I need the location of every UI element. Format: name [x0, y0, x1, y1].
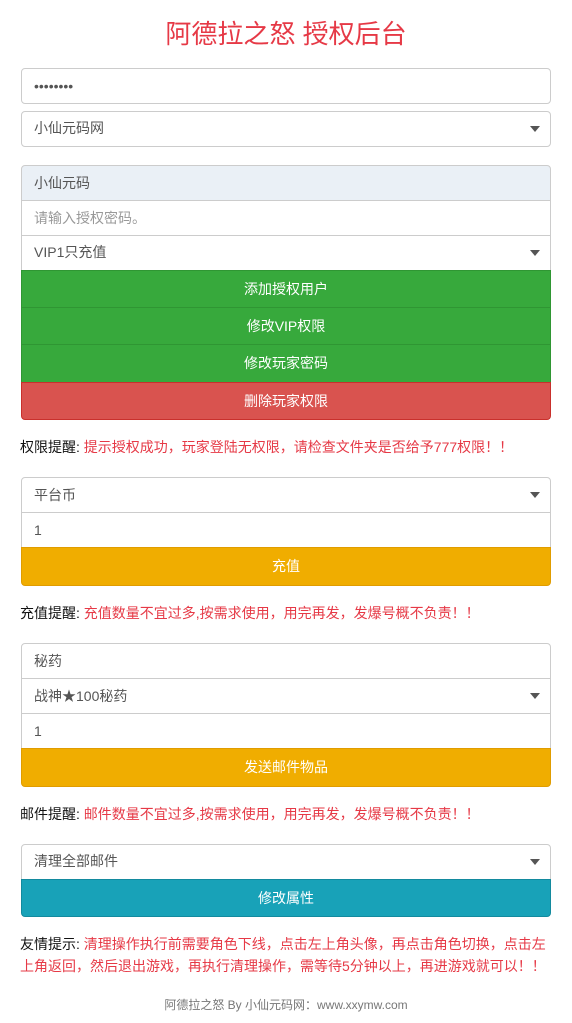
item-amount-input[interactable]	[21, 713, 551, 749]
recharge-alert: 充值提醒: 充值数量不宜过多,按需求使用，用完再发，发爆号概不负责！！	[20, 603, 552, 625]
page-title: 阿德拉之怒 授权后台	[0, 14, 572, 51]
item-select[interactable]: 战神★100秘药	[21, 678, 551, 714]
modify-vip-button[interactable]: 修改VIP权限	[21, 307, 551, 345]
modify-player-password-button[interactable]: 修改玩家密码	[21, 344, 551, 382]
delete-player-permission-button[interactable]: 删除玩家权限	[21, 382, 551, 420]
clear-mail-select[interactable]: 清理全部邮件	[21, 844, 551, 880]
recharge-button[interactable]: 充值	[21, 547, 551, 585]
alert-message: 提示授权成功，玩家登陆无权限，请检查文件夹是否给予777权限！！	[84, 439, 513, 455]
vip-level-select[interactable]: VIP1只充值	[21, 235, 551, 271]
item-category-input[interactable]	[21, 643, 551, 679]
server-select[interactable]: 小仙元码网	[21, 111, 551, 147]
friendly-tip-alert: 友情提示: 清理操作执行前需要角色下线，点击左上角头像，再点击角色切换，点击左上…	[20, 934, 552, 977]
admin-password-input[interactable]	[21, 68, 551, 104]
footer-text: 阿德拉之怒 By 小仙元码网：www.xxymw.com	[0, 996, 572, 1013]
mail-alert: 邮件提醒: 邮件数量不宜过多,按需求使用，用完再发，发爆号概不负责！！	[20, 804, 552, 826]
clear-mail-panel: 清理全部邮件 修改属性	[20, 843, 552, 918]
recharge-panel: 平台币 充值	[20, 476, 552, 586]
alert-message: 清理操作执行前需要角色下线，点击左上角头像，再点击角色切换，点击左上角返回，然后…	[20, 936, 546, 974]
username-input[interactable]	[21, 165, 551, 201]
currency-select[interactable]: 平台币	[21, 477, 551, 513]
permission-alert: 权限提醒: 提示授权成功，玩家登陆无权限，请检查文件夹是否给予777权限！！	[20, 437, 552, 459]
add-auth-user-button[interactable]: 添加授权用户	[21, 270, 551, 308]
alert-message: 邮件数量不宜过多,按需求使用，用完再发，发爆号概不负责！！	[84, 806, 480, 822]
send-mail-item-button[interactable]: 发送邮件物品	[21, 748, 551, 786]
alert-message: 充值数量不宜过多,按需求使用，用完再发，发爆号概不负责！！	[84, 605, 480, 621]
app-root: 阿德拉之怒 授权后台 小仙元码网 VIP1只充值 添加授权用户 修改VIP权限 …	[0, 14, 572, 1013]
mail-item-panel: 战神★100秘药 发送邮件物品	[20, 642, 552, 787]
recharge-amount-input[interactable]	[21, 512, 551, 548]
alert-label: 权限提醒:	[20, 439, 84, 455]
alert-label: 邮件提醒:	[20, 806, 84, 822]
modify-attribute-button[interactable]: 修改属性	[21, 879, 551, 917]
auth-panel: VIP1只充值 添加授权用户 修改VIP权限 修改玩家密码 删除玩家权限	[20, 164, 552, 421]
login-panel: 小仙元码网	[20, 67, 552, 148]
auth-password-input[interactable]	[21, 200, 551, 236]
alert-label: 充值提醒:	[20, 605, 84, 621]
alert-label: 友情提示:	[20, 936, 84, 952]
